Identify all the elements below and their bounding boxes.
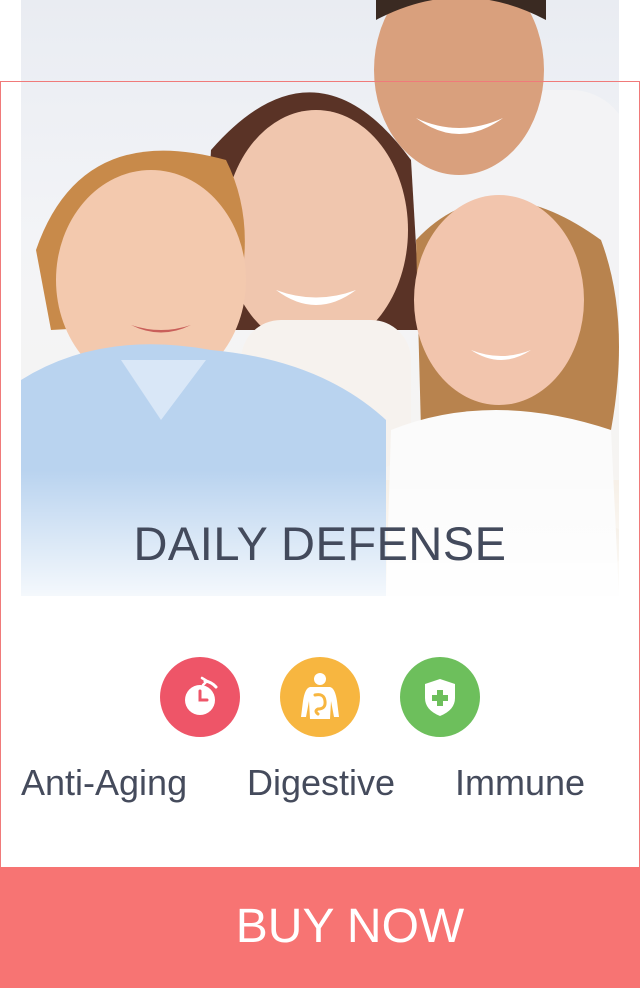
hero-title: DAILY DEFENSE <box>133 517 507 570</box>
hero-image: DAILY DEFENSE <box>21 0 619 596</box>
buy-now-label: BUY NOW <box>235 900 465 953</box>
feature-label-digestive: Digestive <box>247 762 396 803</box>
shield-plus-icon[interactable] <box>400 657 480 737</box>
buy-now-button[interactable]: BUY NOW <box>0 867 640 988</box>
family-photo <box>21 0 619 596</box>
feature-label-immune: Immune <box>455 762 586 803</box>
digestive-body-icon[interactable] <box>280 657 360 737</box>
stopwatch-icon[interactable] <box>160 657 240 737</box>
feature-label-anti-aging: Anti-Aging <box>21 762 188 803</box>
